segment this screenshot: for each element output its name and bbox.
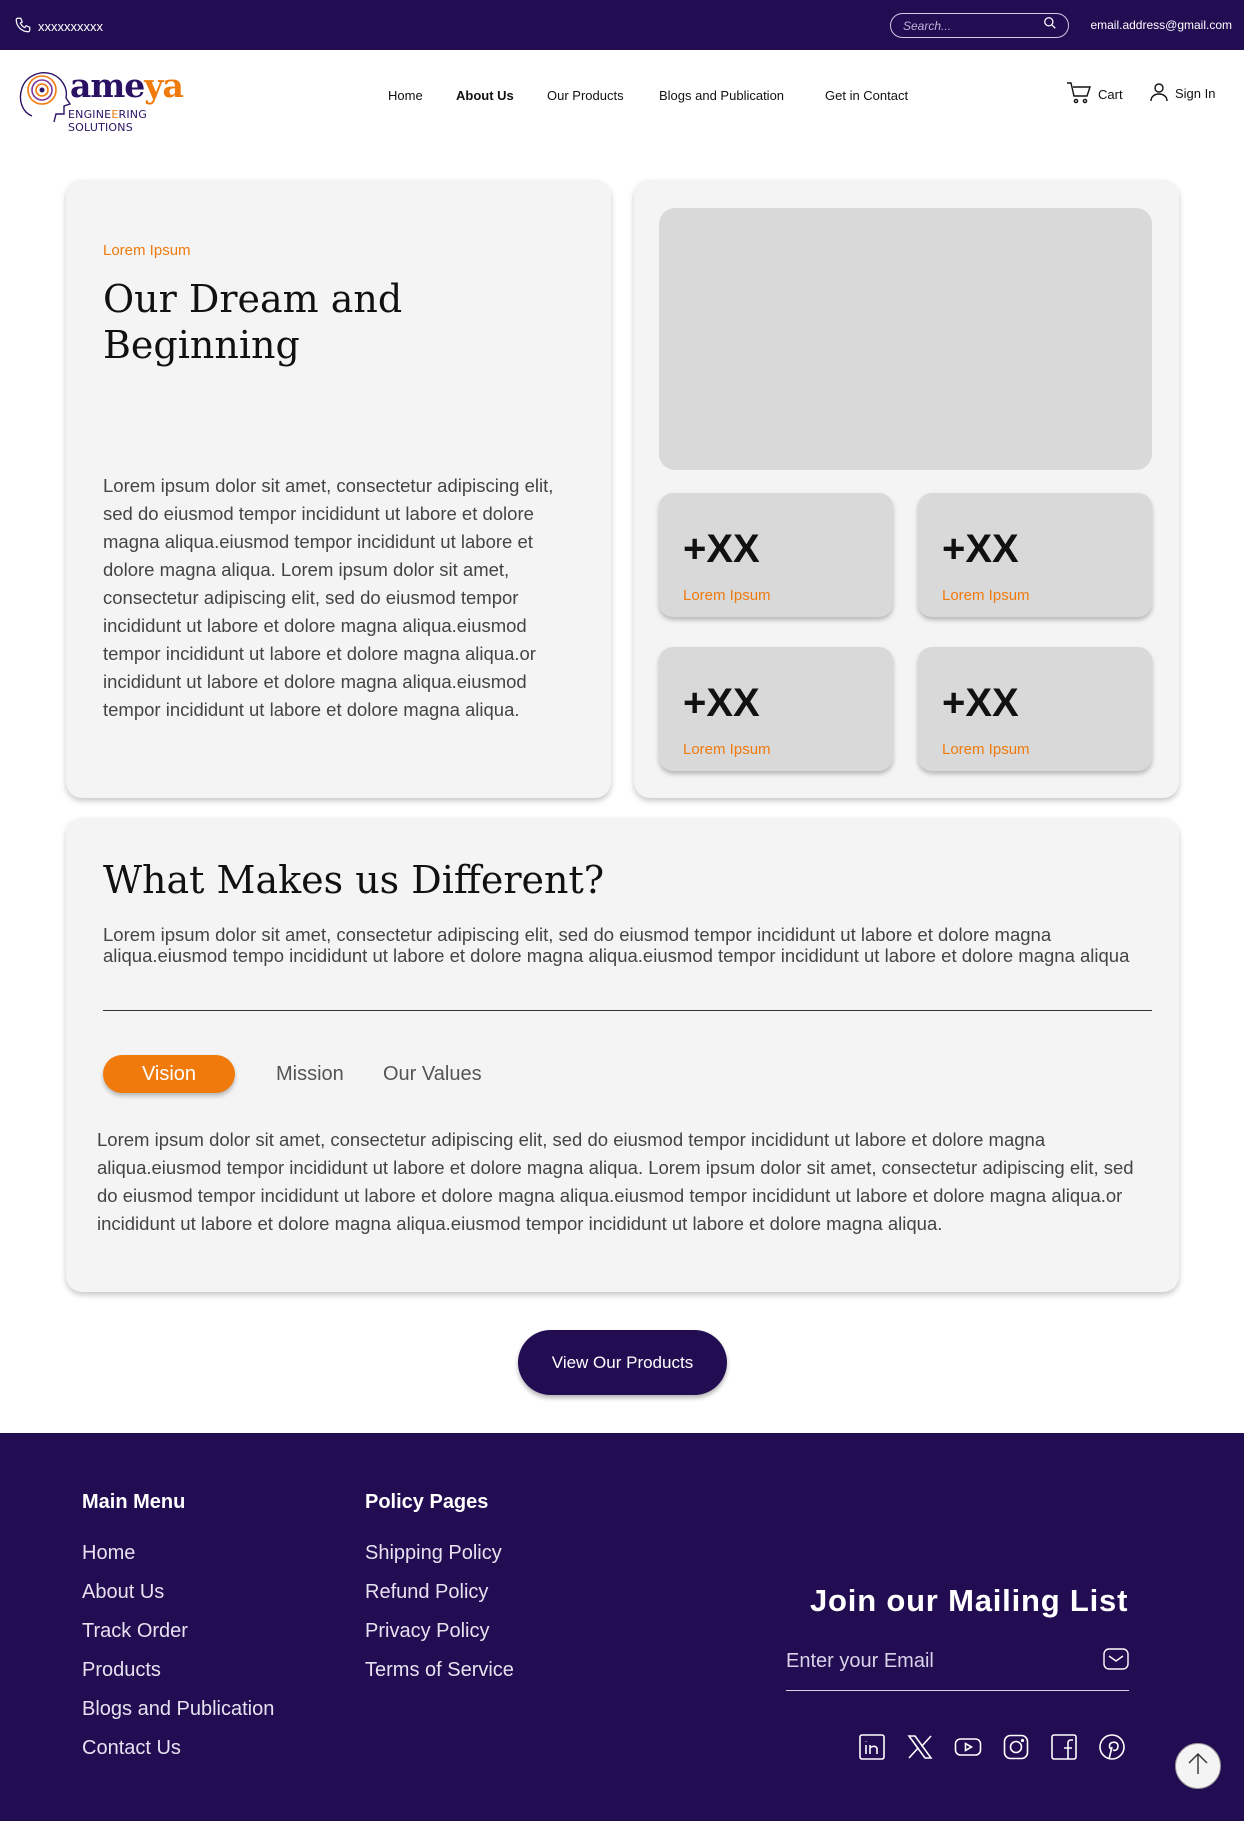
stat-value: +XX <box>683 527 760 571</box>
mailing-field <box>786 1633 1129 1691</box>
stat-value: +XX <box>942 681 1019 725</box>
divider <box>103 1010 1152 1011</box>
stat-label: Lorem Ipsum <box>942 587 1030 604</box>
view-products-button[interactable]: View Our Products <box>518 1330 727 1395</box>
cart-label: Cart <box>1098 87 1123 102</box>
arrow-up-icon <box>1185 1751 1211 1782</box>
stat-value: +XX <box>683 681 760 725</box>
cart-link[interactable]: Cart <box>1066 80 1123 109</box>
nav-get-in-contact[interactable]: Get in Contact <box>825 88 908 103</box>
tab-mission[interactable]: Mission <box>276 1055 344 1093</box>
footer-link-terms-of-service[interactable]: Terms of Service <box>365 1657 514 1696</box>
sign-in-label: Sign In <box>1175 86 1216 101</box>
brand-logo[interactable]: ameya ENGINEERING SOLUTIONS <box>18 64 188 134</box>
stats-card: +XX Lorem Ipsum +XX Lorem Ipsum +XX Lore… <box>634 180 1179 798</box>
footer-link-contact-us[interactable]: Contact Us <box>82 1735 274 1774</box>
stat-value: +XX <box>942 527 1019 571</box>
facebook-icon[interactable] <box>1050 1733 1078 1761</box>
dream-kicker: Lorem Ipsum <box>103 242 191 259</box>
logo-tagline: ENGINEERING SOLUTIONS <box>68 108 147 134</box>
search-input[interactable] <box>903 18 1043 33</box>
nav-about-us[interactable]: About Us <box>456 88 514 103</box>
tab-our-values[interactable]: Our Values <box>383 1055 482 1093</box>
dream-body: Lorem ipsum dolor sit amet, consectetur … <box>103 475 554 720</box>
envelope-icon[interactable] <box>1103 1648 1129 1675</box>
cart-icon <box>1066 80 1092 109</box>
footer-link-privacy-policy[interactable]: Privacy Policy <box>365 1618 514 1657</box>
dream-card: Lorem Ipsum Our Dream and Beginning Lorem… <box>66 180 611 798</box>
tab-content: Lorem ipsum dolor sit amet, consectetur … <box>97 1129 1134 1234</box>
instagram-icon[interactable] <box>1002 1733 1030 1761</box>
footer-link-home[interactable]: Home <box>82 1540 274 1579</box>
phone-number: xxxxxxxxxx <box>38 19 103 34</box>
youtube-icon[interactable] <box>954 1733 982 1761</box>
image-placeholder <box>659 208 1152 470</box>
pinterest-icon[interactable] <box>1098 1733 1126 1761</box>
footer-link-blogs[interactable]: Blogs and Publication <box>82 1696 274 1735</box>
email-input[interactable] <box>786 1650 1076 1673</box>
linkedin-icon[interactable] <box>858 1733 886 1761</box>
footer-policy-pages: Policy Pages Shipping Policy Refund Poli… <box>365 1491 514 1696</box>
nav-home[interactable]: Home <box>388 88 423 103</box>
nav-blogs[interactable]: Blogs and Publication <box>659 88 784 103</box>
main-header: ameya ENGINEERING SOLUTIONS Home About U… <box>0 50 1244 150</box>
dream-title: Our Dream and Beginning <box>103 277 403 367</box>
stat-card: +XX Lorem Ipsum <box>659 493 893 617</box>
stat-card: +XX Lorem Ipsum <box>659 647 893 771</box>
footer-main-menu: Main Menu Home About Us Track Order Prod… <box>82 1491 274 1774</box>
footer-link-track-order[interactable]: Track Order <box>82 1618 274 1657</box>
stat-card: +XX Lorem Ipsum <box>918 647 1152 771</box>
search-box <box>890 13 1069 38</box>
footer-main-menu-title: Main Menu <box>82 1491 186 1513</box>
scroll-to-top-button[interactable] <box>1175 1743 1221 1789</box>
logo-head-icon <box>19 72 72 123</box>
mailing-title: Join our Mailing List <box>810 1583 1129 1618</box>
x-icon[interactable] <box>906 1733 934 1761</box>
footer-link-about-us[interactable]: About Us <box>82 1579 274 1618</box>
stat-label: Lorem Ipsum <box>683 587 771 604</box>
footer-link-shipping-policy[interactable]: Shipping Policy <box>365 1540 514 1579</box>
different-card: What Makes us Different? Lorem ipsum dol… <box>66 818 1179 1292</box>
logo-wordmark: ameya <box>70 66 184 105</box>
footer-policy-title: Policy Pages <box>365 1491 489 1513</box>
stat-label: Lorem Ipsum <box>942 741 1030 758</box>
stat-card: +XX Lorem Ipsum <box>918 493 1152 617</box>
footer-link-refund-policy[interactable]: Refund Policy <box>365 1579 514 1618</box>
footer-link-products[interactable]: Products <box>82 1657 274 1696</box>
search-icon[interactable] <box>1043 16 1057 35</box>
user-icon <box>1149 82 1169 105</box>
stat-label: Lorem Ipsum <box>683 741 771 758</box>
phone-icon <box>14 16 32 37</box>
different-title: What Makes us Different? <box>103 858 605 902</box>
nav-our-products[interactable]: Our Products <box>547 88 624 103</box>
tab-vision[interactable]: Vision <box>103 1055 235 1093</box>
different-intro: Lorem ipsum dolor sit amet, consectetur … <box>103 924 1130 966</box>
contact-email[interactable]: email.address@gmail.com <box>1090 18 1232 32</box>
phone-contact[interactable]: xxxxxxxxxx <box>14 16 103 37</box>
social-links <box>858 1733 1126 1761</box>
footer: Main Menu Home About Us Track Order Prod… <box>0 1433 1244 1821</box>
top-bar: xxxxxxxxxx email.address@gmail.com <box>0 0 1244 50</box>
sign-in-link[interactable]: Sign In <box>1149 82 1215 105</box>
